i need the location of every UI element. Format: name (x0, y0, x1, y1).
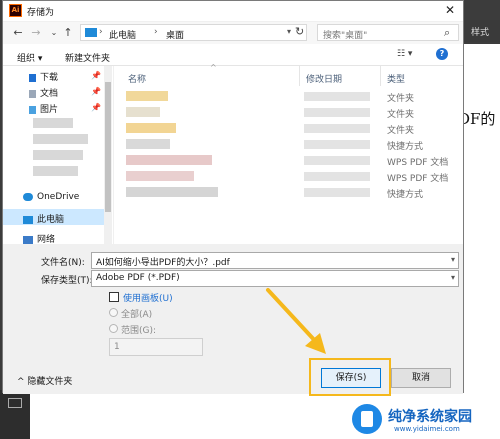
watermark-logo-icon (352, 404, 382, 434)
logo-mark (361, 411, 373, 427)
arrow-shaft (266, 288, 320, 346)
watermark-text: 纯净系统家园 (388, 409, 472, 425)
watermark-url: www.yidaimei.com (394, 425, 460, 433)
annotation-arrow (266, 288, 326, 354)
